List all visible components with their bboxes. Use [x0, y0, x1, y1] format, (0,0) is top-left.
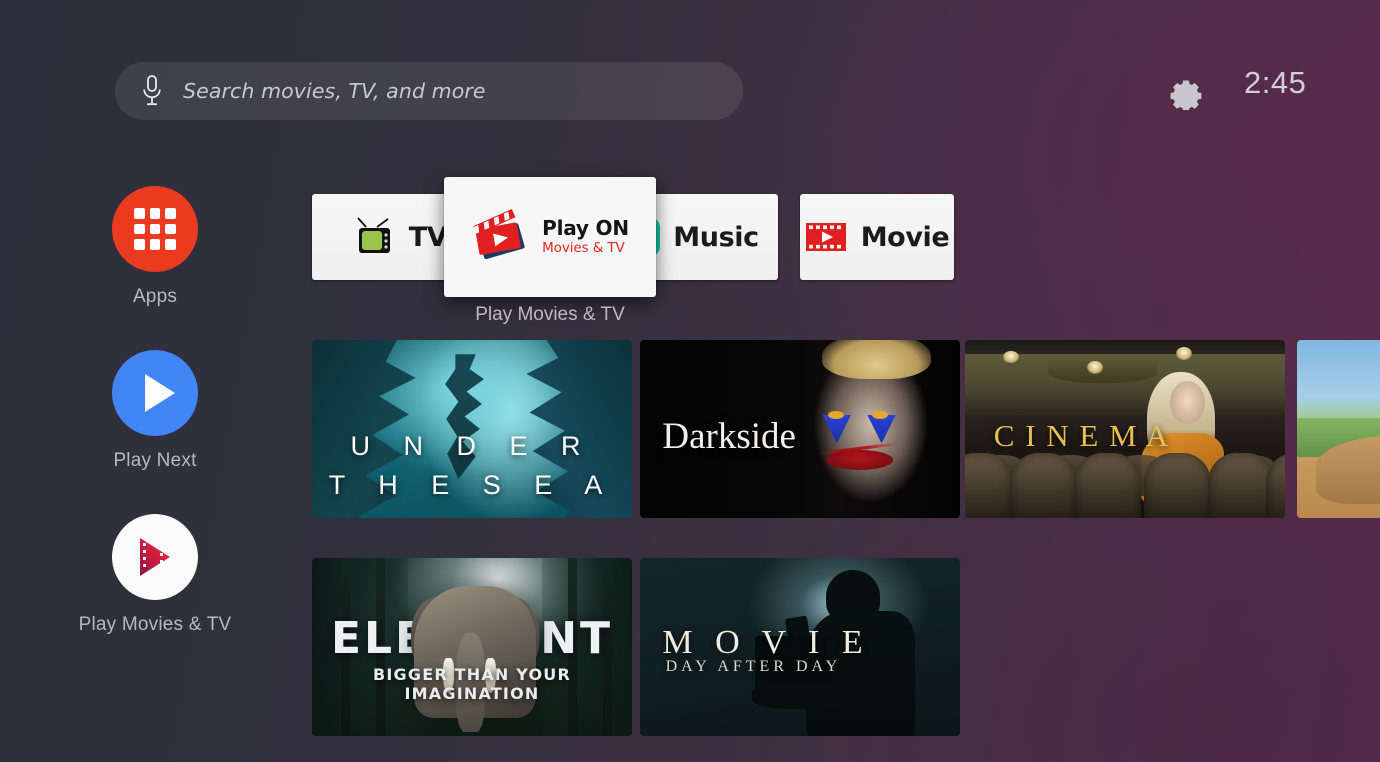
play-movies-circle [112, 514, 198, 600]
media-tile-under-the-sea[interactable]: U N D E R T H E S E A [312, 340, 632, 518]
clapperboard-play-icon [473, 208, 525, 260]
app-card-movie[interactable]: Movie [800, 194, 954, 280]
tile-title-line1: U N D E R [350, 430, 594, 461]
tile-title: Darkside [662, 415, 796, 457]
search-input[interactable]: Search movies, TV, and more [115, 62, 743, 120]
apps-grid-icon [134, 208, 176, 250]
film-strip-play-icon [805, 223, 846, 251]
sidebar-item-label: Apps [132, 286, 178, 307]
play-on-text-block: Play ON Movies & TV [542, 216, 629, 257]
tile-title: M O V I E [662, 623, 870, 661]
play-movies-icon [140, 538, 170, 576]
app-card-label: TV [408, 221, 448, 253]
media-tile-cinema[interactable]: C I N E M A [965, 340, 1285, 518]
media-tile-the-sandlot[interactable]: THE [1297, 340, 1380, 518]
sidebar-item-label: Play Movies & TV [78, 614, 232, 635]
tile-artwork [1297, 340, 1380, 518]
tile-title: ELEPHANT [330, 613, 614, 665]
play-on-title: Play ON [542, 216, 629, 241]
media-tile-elephant[interactable]: ELEPHANT BIGGER THAN YOUR IMAGINATION [312, 558, 632, 736]
microphone-icon [143, 75, 161, 106]
app-card-play-on-focused[interactable]: Play ON Movies & TV [444, 177, 656, 297]
top-bar: Search movies, TV, and more 2:45 [0, 62, 1380, 120]
sidebar-item-apps[interactable]: Apps [0, 186, 310, 308]
tile-subtitle: BIGGER THAN YOUR IMAGINATION [372, 664, 571, 703]
media-tile-darkside[interactable]: Darkside [640, 340, 960, 518]
app-card-label: Movie [860, 221, 950, 253]
app-card-label: Music [673, 221, 759, 253]
tile-title-line2: T H E S E A [328, 469, 616, 500]
tile-subtitle: DAY AFTER DAY [665, 657, 842, 675]
android-tv-home-screen: Search movies, TV, and more 2:45 Apps Pl… [0, 0, 1380, 762]
retro-tv-icon [357, 217, 390, 253]
media-tile-movie-day-after-day[interactable]: M O V I E DAY AFTER DAY [640, 558, 960, 736]
play-triangle-icon [144, 374, 175, 412]
search-placeholder: Search movies, TV, and more [183, 79, 486, 103]
gear-icon[interactable] [1168, 74, 1204, 110]
tile-title: C I N E M A [993, 418, 1170, 454]
sidebar-item-play-movies-tv[interactable]: Play Movies & TV [0, 514, 310, 636]
focused-app-label: Play Movies & TV [475, 304, 625, 325]
sidebar: Apps Play Next Play Movies & TV [0, 186, 310, 678]
apps-circle [112, 186, 198, 272]
sidebar-item-label: Play Next [113, 450, 197, 471]
clock: 2:45 [1244, 65, 1307, 100]
sidebar-item-play-next[interactable]: Play Next [0, 350, 310, 472]
play-on-subtitle: Movies & TV [542, 240, 625, 257]
play-next-circle [112, 350, 198, 436]
